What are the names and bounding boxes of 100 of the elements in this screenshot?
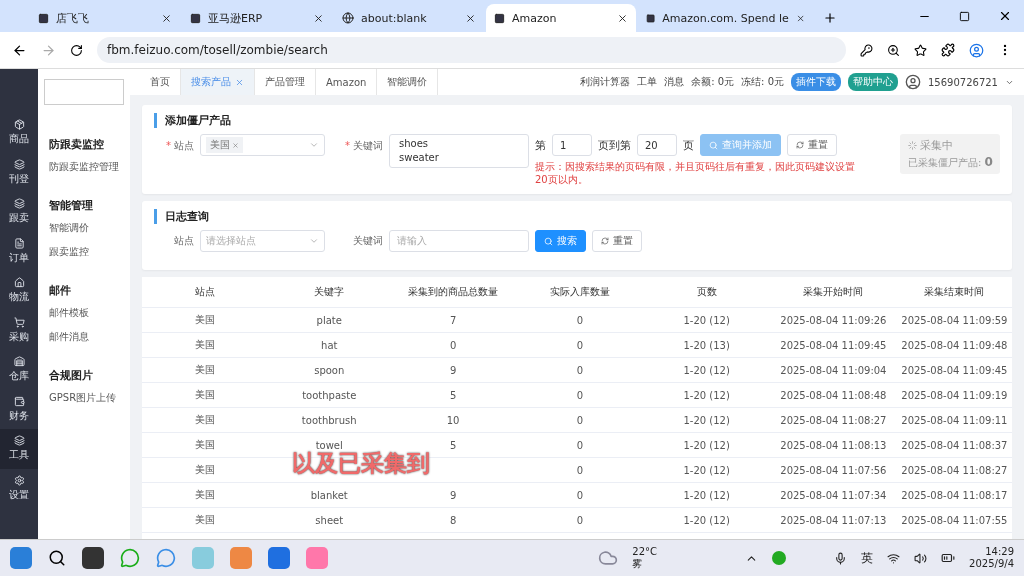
page-from-field[interactable]: 1: [552, 134, 592, 156]
search-icon: [544, 236, 553, 246]
menu-item[interactable]: 智能调价: [49, 221, 130, 235]
search-icon[interactable]: [48, 549, 66, 567]
profile-icon[interactable]: [969, 42, 984, 58]
header-link[interactable]: 利润计算器: [580, 75, 631, 89]
menu-heading: 合规图片: [49, 368, 94, 383]
gear-icon: [13, 474, 25, 486]
table-cell-text: 2025-08-04 11:08:27: [900, 464, 1009, 476]
table-cell-text: 2025-08-04 11:09:59: [900, 314, 1009, 326]
key-icon[interactable]: [860, 43, 873, 57]
close-icon[interactable]: [313, 12, 324, 24]
clock-time: 14:29: [985, 546, 1014, 558]
zoom-icon[interactable]: [887, 43, 900, 57]
browser-tab[interactable]: about:blank: [334, 4, 484, 32]
close-icon[interactable]: [998, 9, 1012, 23]
field-label: 页: [683, 137, 694, 153]
table-cell-text: 0: [575, 339, 585, 351]
rail-item[interactable]: 商品: [0, 113, 38, 153]
table-cell-text: 9: [448, 364, 458, 376]
bookmark-icon[interactable]: [914, 43, 927, 57]
header-link[interactable]: 消息: [664, 75, 685, 89]
rail-item[interactable]: 刊登: [0, 152, 38, 192]
reset-button[interactable]: 重置: [787, 134, 837, 156]
user-name[interactable]: 15690726721: [928, 76, 998, 88]
table-cell-text: 2025-08-04 11:09:19: [900, 389, 1009, 401]
table-cell-text: 1-20 (12): [682, 389, 731, 401]
site-select[interactable]: 美国: [200, 134, 325, 156]
column-header: 关键字: [313, 285, 346, 299]
layers-icon: [13, 198, 25, 210]
table-cell-text: 美国: [194, 338, 217, 352]
table-cell-text: 美国: [194, 463, 217, 477]
layers-icon: [13, 435, 25, 447]
table-cell-text: 1-20 (12): [682, 414, 731, 426]
hint-text: 提示：因搜索结果的页码有限，并且页码往后有重复，因此页码建议设置20页以内。: [535, 160, 856, 186]
restore-icon[interactable]: [959, 10, 970, 22]
broken-image-icon: [44, 79, 124, 105]
favicon-icon: [38, 12, 49, 24]
table-cell-text: 2025-08-04 11:09:04: [779, 364, 888, 376]
table-cell-text: 2025-08-04 11:07:56: [779, 464, 888, 476]
table-cell-text: 2025-08-04 11:09:48: [900, 339, 1009, 351]
browser-tab[interactable]: 店飞飞: [30, 4, 180, 32]
table-cell-text: hat: [320, 339, 339, 351]
page-to-field[interactable]: 20: [637, 134, 677, 156]
browser-tab[interactable]: Amazon: [486, 4, 636, 32]
rail-item[interactable]: 订单: [0, 231, 38, 271]
reset-button[interactable]: 重置: [592, 230, 642, 252]
menu-item[interactable]: 防跟卖监控管理: [49, 160, 130, 174]
task-view-icon[interactable]: [82, 547, 104, 569]
column-header: 采集结束时间: [923, 285, 986, 299]
table-cell-text: toothbrush: [300, 414, 358, 426]
menu-item[interactable]: 邮件模板: [49, 306, 130, 320]
table-cell-text: 0: [575, 314, 585, 326]
table-cell-text: 9: [448, 489, 458, 501]
rail-item[interactable]: 仓库: [0, 350, 38, 390]
wifi-icon[interactable]: [887, 551, 901, 565]
ime-indicator[interactable]: 英: [861, 549, 874, 567]
back-icon[interactable]: [12, 42, 27, 58]
table-cell-text: 0: [575, 364, 585, 376]
header-link[interactable]: 工单: [637, 75, 658, 89]
chat-icon[interactable]: [156, 548, 176, 568]
rail-item[interactable]: 设置: [0, 468, 38, 508]
tray-app-icon[interactable]: [772, 551, 787, 565]
table-cell-text: 0: [575, 439, 585, 451]
table-cell-text: 美国: [194, 313, 217, 327]
browser-tab[interactable]: 亚马逊ERP: [182, 4, 332, 32]
app-icon[interactable]: [268, 547, 290, 569]
weather-text: 雾: [632, 558, 643, 570]
menu-item[interactable]: 跟卖监控: [49, 245, 130, 259]
table-cell-text: 1-20 (12): [682, 364, 731, 376]
favicon-icon: [494, 12, 505, 24]
microphone-icon[interactable]: [834, 551, 848, 565]
battery-icon[interactable]: [941, 551, 956, 565]
table-cell-text: 0: [575, 414, 585, 426]
table-cell-text: 1-20 (12): [682, 489, 731, 501]
rail-item[interactable]: 跟卖: [0, 192, 38, 232]
rail-item[interactable]: 采购: [0, 310, 38, 350]
table-cell-text: 1-20 (12): [682, 314, 731, 326]
new-tab-icon[interactable]: [823, 11, 837, 25]
rail-item[interactable]: 工具: [0, 429, 38, 469]
reload-icon[interactable]: [70, 43, 83, 57]
close-icon[interactable]: [161, 12, 172, 24]
menu-item[interactable]: GPSR图片上传: [49, 391, 130, 405]
extensions-icon[interactable]: [941, 43, 955, 57]
house-icon: [13, 277, 25, 289]
start-icon[interactable]: [10, 547, 32, 569]
close-icon[interactable]: [465, 12, 476, 24]
table-cell-text: 美国: [194, 438, 217, 452]
header-link[interactable]: 余额: 0元: [691, 75, 735, 89]
column-header: 站点: [194, 285, 217, 299]
volume-icon[interactable]: [914, 551, 928, 565]
rail-item[interactable]: 物流: [0, 271, 38, 311]
address-field[interactable]: fbm.feizuo.com/tosell/zombie/search: [97, 37, 846, 63]
close-icon[interactable]: [617, 12, 628, 24]
browser-tab[interactable]: Amazon.com. Spend le: [638, 4, 813, 32]
table-cell-text: 1-20 (12): [682, 514, 731, 526]
rail-item[interactable]: 财务: [0, 389, 38, 429]
menu-item[interactable]: 邮件消息: [49, 330, 130, 344]
header-link[interactable]: 冻结: 0元: [741, 75, 784, 89]
keywords-field[interactable]: shoes sweater: [389, 134, 529, 168]
